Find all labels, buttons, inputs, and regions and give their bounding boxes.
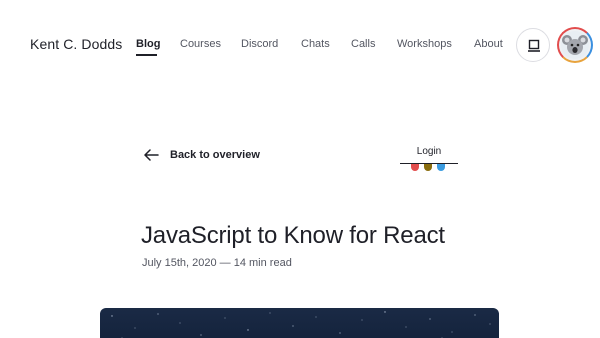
starry-sky-image bbox=[111, 311, 491, 338]
team-red-marker bbox=[411, 164, 419, 171]
koala-avatar-icon bbox=[561, 31, 589, 59]
nav-active-underline bbox=[136, 54, 157, 56]
theme-toggle-button[interactable] bbox=[516, 28, 550, 62]
nav-chats[interactable]: Chats bbox=[301, 38, 330, 50]
page: Kent C. Dodds Blog Courses Discord Chats… bbox=[0, 0, 600, 338]
site-title-link[interactable]: Kent C. Dodds bbox=[30, 36, 122, 52]
laptop-icon bbox=[528, 39, 540, 52]
team-yellow-marker bbox=[424, 164, 432, 171]
login-link[interactable]: Login bbox=[400, 146, 458, 157]
nav-blog[interactable]: Blog bbox=[136, 38, 160, 50]
nav-about[interactable]: About bbox=[474, 38, 503, 50]
article-meta: July 15th, 2020 — 14 min read bbox=[142, 257, 292, 269]
article-title: JavaScript to Know for React bbox=[141, 222, 445, 249]
login-widget: Login bbox=[400, 146, 458, 171]
user-avatar-button[interactable] bbox=[557, 27, 593, 63]
nav-calls[interactable]: Calls bbox=[351, 38, 375, 50]
team-blue-marker bbox=[437, 164, 445, 171]
nav-discord[interactable]: Discord bbox=[241, 38, 278, 50]
back-link-label: Back to overview bbox=[170, 149, 260, 161]
back-to-overview-link[interactable]: Back to overview bbox=[144, 146, 260, 164]
hero-image bbox=[100, 308, 499, 338]
nav-workshops[interactable]: Workshops bbox=[397, 38, 452, 50]
arrow-left-icon bbox=[144, 149, 159, 161]
nav-courses[interactable]: Courses bbox=[180, 38, 221, 50]
